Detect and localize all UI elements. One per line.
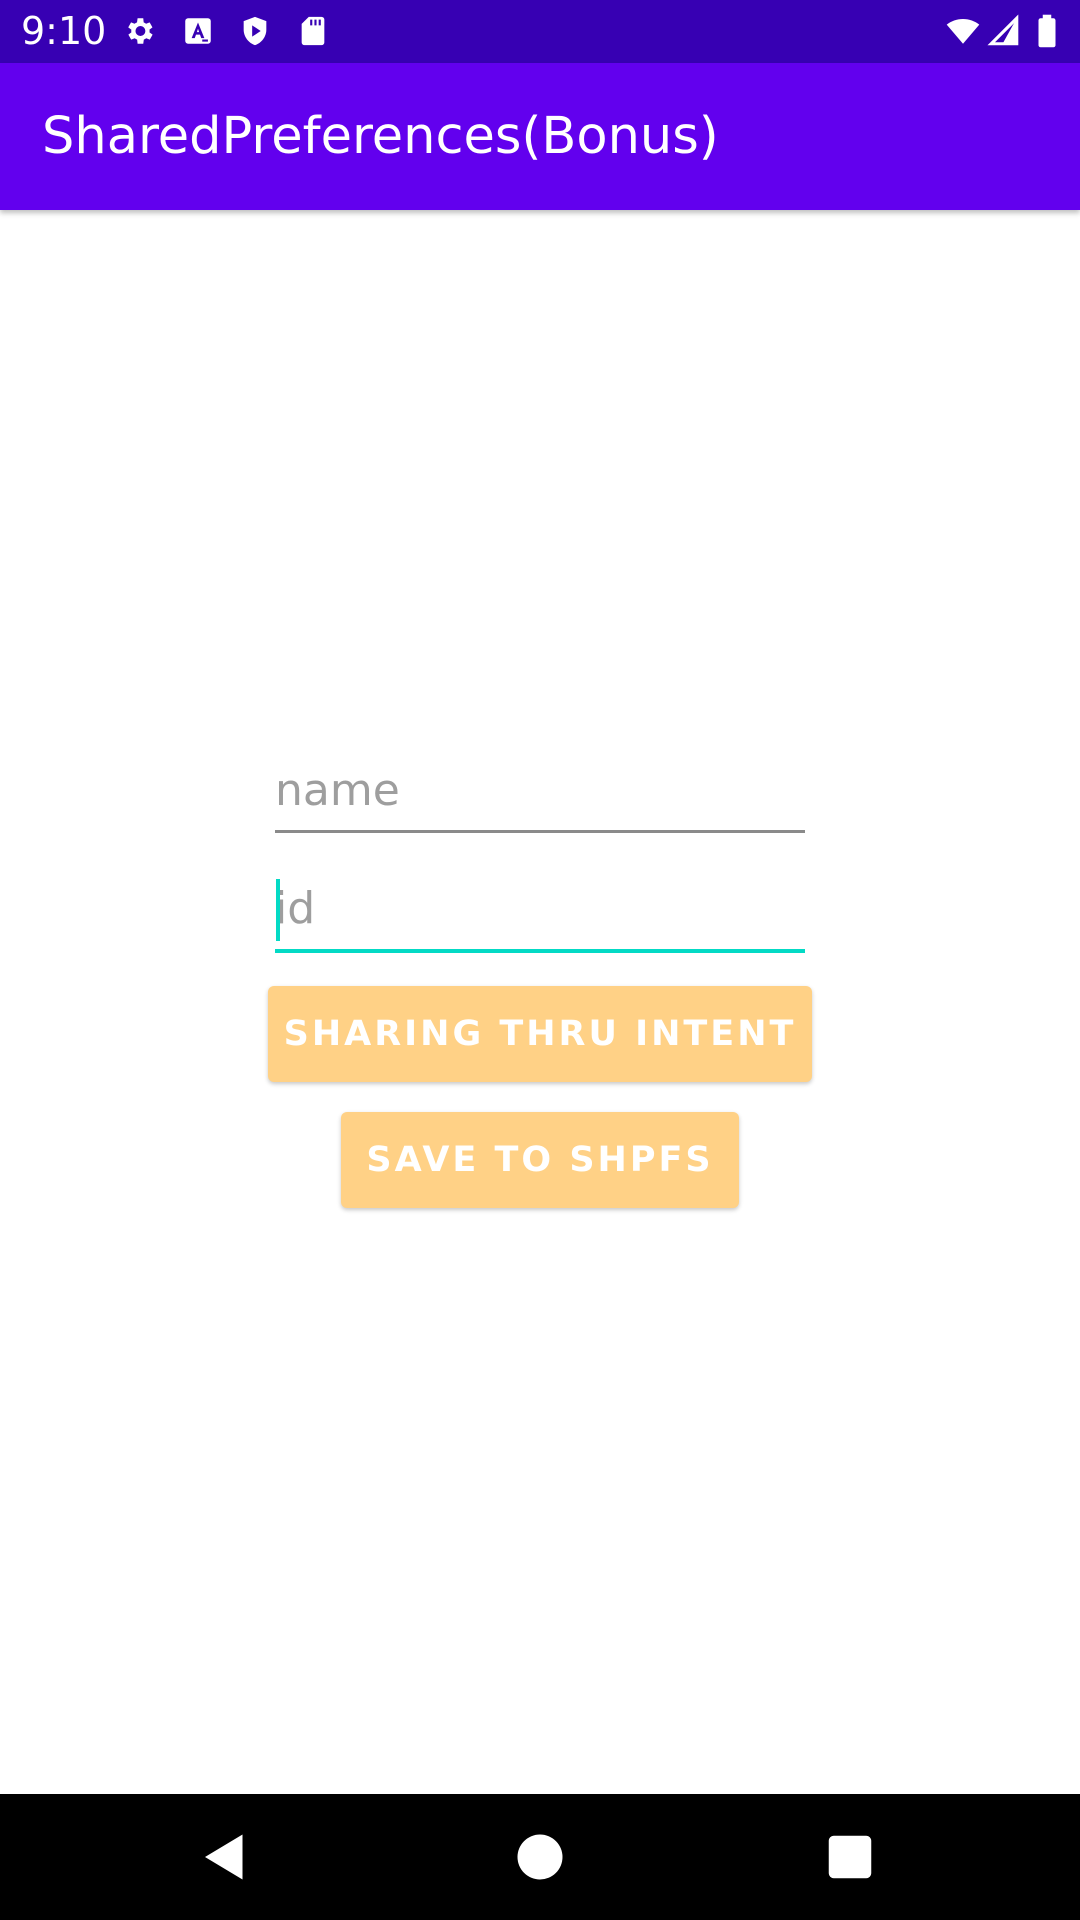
name-underline xyxy=(275,830,805,833)
back-icon[interactable] xyxy=(195,1827,255,1887)
sharing-thru-intent-button[interactable]: SHARING THRU INTENT xyxy=(268,986,812,1082)
text-cursor xyxy=(276,879,280,941)
id-field[interactable] xyxy=(275,873,805,953)
id-input[interactable] xyxy=(275,873,805,943)
recents-icon[interactable] xyxy=(820,1827,880,1887)
wifi-icon xyxy=(943,14,983,48)
save-to-shpfs-button[interactable]: SAVE TO SHPFS xyxy=(341,1112,739,1208)
text-a-icon xyxy=(181,14,215,48)
status-time: 9:10 xyxy=(21,9,107,53)
navigation-bar xyxy=(0,1794,1080,1920)
sd-card-icon xyxy=(296,14,330,48)
name-input[interactable] xyxy=(275,755,805,825)
signal-icon xyxy=(987,14,1021,48)
home-icon[interactable] xyxy=(510,1827,570,1887)
id-underline xyxy=(275,949,805,953)
battery-icon xyxy=(1034,14,1060,48)
shield-play-icon xyxy=(238,14,272,48)
sharing-thru-intent-label: SHARING THRU INTENT xyxy=(283,1014,797,1054)
status-bar: 9:10 xyxy=(0,0,1080,63)
page-title: SharedPreferences(Bonus) xyxy=(42,107,719,166)
app-bar: SharedPreferences(Bonus) xyxy=(0,63,1080,210)
gear-icon xyxy=(122,14,156,48)
name-field[interactable] xyxy=(275,755,805,833)
save-to-shpfs-label: SAVE TO SHPFS xyxy=(366,1140,714,1180)
